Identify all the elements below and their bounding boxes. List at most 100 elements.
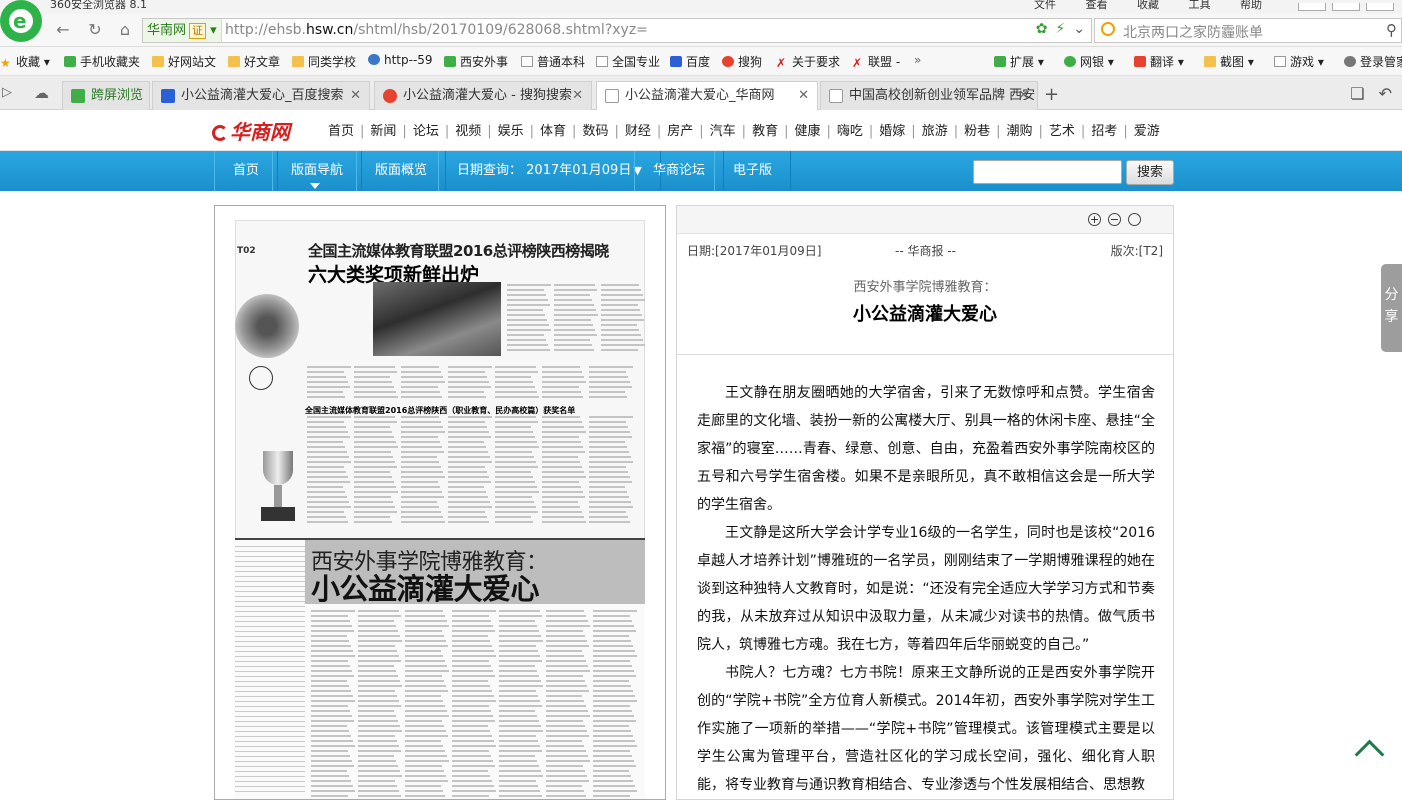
zoom-out-icon[interactable]: − <box>1108 213 1121 226</box>
nav-item[interactable]: 旅游 <box>922 120 948 139</box>
page-overview-link[interactable]: 版面概览 <box>356 151 447 191</box>
hs-forum-link[interactable]: 华商论坛 <box>634 151 725 191</box>
tab-xaiu[interactable]: 中国高校创新创业领军品牌 西安 ✕ <box>820 81 1038 110</box>
nav-item[interactable]: 视频 <box>455 120 481 139</box>
share-button[interactable]: 分享 <box>1381 264 1402 352</box>
refresh-button[interactable]: ↻ <box>82 19 108 41</box>
scan-text-line <box>499 630 539 632</box>
bookmark-overflow-icon[interactable]: » <box>914 53 921 67</box>
maximize-button[interactable] <box>1332 3 1360 11</box>
tab-baidu-search[interactable]: 小公益滴灌大爱心_百度搜索 ✕ <box>152 81 370 110</box>
menu-view[interactable]: 查看 <box>1086 0 1108 11</box>
scan-text-line <box>593 645 633 647</box>
menu-favorites[interactable]: 收藏 <box>1137 0 1159 11</box>
translate-button[interactable]: 翻译 ▾ <box>1134 53 1184 70</box>
nav-item[interactable]: 婚嫁 <box>879 120 905 139</box>
compat-mode-icon[interactable]: ✿ <box>1036 21 1048 37</box>
url-dropdown-icon[interactable]: ⌄ <box>1073 21 1085 37</box>
back-button[interactable]: ← <box>50 19 76 41</box>
nav-item[interactable]: 教育 <box>752 120 778 139</box>
bookmark-quanguo[interactable]: 全国专业 <box>596 53 660 70</box>
screenshot-button[interactable]: 截图 ▾ <box>1204 53 1254 70</box>
back-to-top-icon[interactable] <box>1355 740 1387 762</box>
bookmark-putong[interactable]: 普通本科 <box>521 53 585 70</box>
bank-button[interactable]: 网银 ▾ <box>1064 53 1114 70</box>
close-tab-icon[interactable]: ✕ <box>1018 82 1029 109</box>
menu-help[interactable]: 帮助 <box>1240 0 1262 11</box>
url-text[interactable]: http://ehsb.hsw.cn/shtml/hsb/20170109/62… <box>225 22 648 38</box>
nav-item[interactable]: 房产 <box>667 120 693 139</box>
close-window-button[interactable] <box>1366 3 1394 11</box>
minimize-button[interactable] <box>1298 3 1326 11</box>
cloud-icon[interactable]: ☁ <box>34 84 49 102</box>
bookmark-folder-3[interactable]: 同类学校 <box>292 53 356 70</box>
extension-button[interactable]: 扩展 ▾ <box>994 53 1044 70</box>
bookmark-sogou[interactable]: 搜狗 <box>722 53 762 70</box>
nav-item[interactable]: 艺术 <box>1049 120 1075 139</box>
bookmark-guanyu[interactable]: ✗ 关于要求 <box>776 53 840 70</box>
scan-text-line <box>358 630 398 632</box>
nav-item[interactable]: 粉巷 <box>964 120 990 139</box>
restore-tabs-icon[interactable]: ❏ <box>1350 84 1364 103</box>
tab-hsw-article[interactable]: 小公益滴灌大爱心_华商网 ✕ <box>596 81 818 111</box>
nav-item[interactable]: 汽车 <box>710 120 736 139</box>
browser-logo-icon[interactable]: e <box>0 0 42 42</box>
nav-item[interactable]: 数码 <box>582 120 608 139</box>
bookmark-baidu[interactable]: 百度 <box>670 53 710 70</box>
bookmark-folder-1[interactable]: 好网站文 <box>152 53 216 70</box>
search-icon[interactable]: ⚲ <box>1386 21 1397 39</box>
scan-text-line <box>601 319 644 321</box>
nav-item[interactable]: 健康 <box>794 120 820 139</box>
new-tab-button[interactable]: + <box>1044 84 1059 105</box>
nav-item[interactable]: 新闻 <box>370 120 396 139</box>
epaper-home-link[interactable]: 首页 <box>214 151 279 191</box>
search-engine-icon[interactable] <box>1101 22 1115 36</box>
close-tab-icon[interactable]: ✕ <box>350 82 361 109</box>
epaper-search-button[interactable]: 搜索 <box>1126 160 1174 185</box>
speed-mode-icon[interactable]: ⚡ <box>1055 21 1065 37</box>
close-tab-icon[interactable]: ✕ <box>798 82 809 109</box>
home-button[interactable]: ⌂ <box>112 19 138 41</box>
nav-item[interactable]: 爱游 <box>1134 120 1160 139</box>
bookmark-folder-2[interactable]: 好文章 <box>228 53 280 70</box>
bookmark-xianwaishi[interactable]: 西安外事 <box>444 53 508 70</box>
url-field[interactable]: 华南网证 ▾ http://ehsb.hsw.cn/shtml/hsb/2017… <box>142 18 1092 43</box>
tab-sogou-search[interactable]: 小公益滴灌大爱心 - 搜狗搜索 ✕ <box>374 81 592 110</box>
site-identity-badge[interactable]: 华南网证 ▾ <box>143 19 222 42</box>
nav-item[interactable]: 嗨吃 <box>837 120 863 139</box>
nav-item[interactable]: 招考 <box>1091 120 1117 139</box>
scan-text-line <box>307 511 344 513</box>
bank-icon <box>1064 56 1076 67</box>
epaper-search-input[interactable] <box>973 160 1122 184</box>
login-manager-button[interactable]: 登录管家 <box>1344 53 1402 70</box>
menu-tools[interactable]: 工具 <box>1189 0 1211 11</box>
bookmark-favorites[interactable]: ★ 收藏 ▾ <box>0 53 50 70</box>
newspaper-page-image[interactable]: T02 全国主流媒体教育联盟2016总评榜陕西榜揭晓 六大类奖项新鲜出炉 全国主… <box>214 205 666 800</box>
date-query-dropdown[interactable]: 日期查询： 2017年01月09日 ▼ <box>438 151 661 191</box>
zoom-in-icon[interactable]: + <box>1088 213 1101 226</box>
scan-text-line <box>448 456 490 458</box>
scan-text-line <box>589 486 625 488</box>
nav-item[interactable]: 财经 <box>625 120 651 139</box>
nav-item[interactable]: 娱乐 <box>498 120 524 139</box>
scan-text-line <box>589 366 633 368</box>
site-logo[interactable]: 华商网 <box>212 116 290 145</box>
games-button[interactable]: 游戏 ▾ <box>1274 53 1324 70</box>
undo-close-icon[interactable]: ↶ <box>1379 84 1392 103</box>
bookmark-lianmeng[interactable]: ✗ 联盟 - <box>852 53 900 70</box>
nav-item[interactable]: 体育 <box>540 120 566 139</box>
zoom-reset-icon[interactable] <box>1128 213 1141 226</box>
menu-file[interactable]: 文件 <box>1034 0 1056 11</box>
scan-text-line <box>452 700 496 702</box>
bookmark-http59[interactable]: http--59 <box>368 53 433 67</box>
nav-item[interactable]: 论坛 <box>413 120 439 139</box>
bookmark-mobile[interactable]: 手机收藏夹 <box>64 53 140 70</box>
nav-item[interactable]: 潮购 <box>1007 120 1033 139</box>
sidebar-toggle-icon[interactable]: ▷ <box>2 85 12 100</box>
tab-cross-screen[interactable]: 跨屏浏览 <box>62 81 150 110</box>
epaper-link[interactable]: 电子版 <box>714 151 792 191</box>
nav-item[interactable]: 首页 <box>328 120 354 139</box>
close-tab-icon[interactable]: ✕ <box>572 82 583 109</box>
scan-text-line <box>311 645 351 647</box>
search-input[interactable]: 北京两口之家防霾账单 ⚲ <box>1094 18 1402 43</box>
